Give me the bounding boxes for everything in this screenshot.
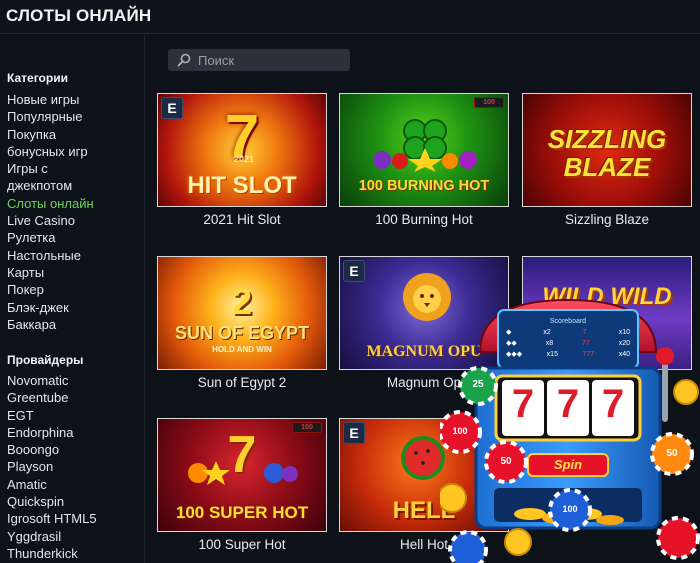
sidebar-provider-item[interactable]: Igrosoft HTML5 [7,510,97,527]
sidebar-provider-item[interactable]: Yggdrasil [7,528,97,545]
categories-list: Новые игры Популярные Покупка бонусных игр И… [7,91,94,333]
sidebar-provider-item[interactable]: EGT [7,407,97,424]
game-thumbnail[interactable]: E 7 2021 HIT SLOT [157,93,327,207]
sidebar-provider-item[interactable]: Quickspin [7,493,97,510]
sidebar-category-item[interactable]: Покер [7,281,94,298]
page-title: СЛОТЫ ОНЛАЙН [6,6,152,25]
paytable-cell: 7 [582,329,587,336]
game-card-super-hot[interactable]: 100 7 100 SUPER HOT 100 Super Hot [157,418,327,552]
game-title[interactable]: 100 Burning Hot [339,212,509,227]
sidebar-provider-item[interactable]: Amatic [7,476,97,493]
sidebar-category-item[interactable]: Популярные [7,108,94,125]
game-card-sun-of-egypt-2[interactable]: 2 SUN OF EGYPT HOLD AND WIN Sun of Egypt… [157,256,327,390]
providers-list: Novomatic Greentube EGT Endorphina Booongo Pl… [7,372,97,562]
game-art-title: SUN OF EGYPT [174,323,309,343]
sidebar-category-item[interactable]: Карты [7,264,94,281]
page-header: СЛОТЫ ОНЛАЙН [0,0,700,34]
reel-3-symbol: 7 [601,382,625,426]
paytable-cell: 777 [582,351,595,358]
game-art-title: 100 BURNING HOT [358,178,490,194]
chip-label: 100 [562,504,578,514]
paytable-row: ◆◆◆ x15 777 x40 [506,349,630,360]
sidebar: Категории Новые игры Популярные Покупка бон… [0,35,145,563]
game-art-title: 100 SUPER HOT [175,503,309,522]
slot-machine-illustration: Scoreboard ◆ x2 7 x10 ◆◆ x8 77 x20 ◆◆◆ x15 777 x40 … [440,282,700,563]
paytable-cell: 77 [582,340,590,347]
game-card-burning-hot[interactable]: 100 100 BURNING HOT 100 Burning Hot [339,93,509,227]
lever-knob [656,347,674,365]
fruits-icon [188,461,298,485]
game-title[interactable]: 2021 Hit Slot [157,212,327,227]
game-art-year: 2021 [233,154,255,164]
sidebar-category-item[interactable]: Слоты онлайн [7,195,94,212]
hot-badge: 100 [474,97,504,108]
sidebar-category-item[interactable]: Настольные [7,247,94,264]
paytable-cell: x15 [546,351,558,358]
sidebar-provider-item[interactable]: Endorphina [7,424,97,441]
game-thumbnail[interactable]: SIZZLING BLAZE [522,93,692,207]
paytable-cell: x10 [618,329,630,336]
game-art-title-2: BLAZE [563,152,651,182]
fruits-icon [373,148,477,172]
game-art-title-1: SIZZLING [547,124,667,154]
sidebar-provider-item[interactable]: Thunderkick [7,545,97,562]
chip [448,530,488,563]
game-title[interactable]: 100 Super Hot [157,537,327,552]
sidebar-category-item[interactable]: джекпотом [7,177,94,194]
chip-label: 50 [500,456,512,467]
paytable: ◆ x2 7 x10 ◆◆ x8 77 x20 ◆◆◆ x15 777 x40 [506,327,630,360]
paytable-cell: x8 [545,340,554,347]
sidebar-category-item[interactable]: Блэк-джек [7,299,94,316]
paytable-cell: x20 [618,340,630,347]
paytable-cell: ◆ [506,329,512,336]
chip-label: 50 [666,448,678,459]
reel-2-symbol: 7 [556,382,580,426]
paytable-row: ◆ x2 7 x10 [506,327,630,338]
search-input[interactable] [198,51,343,69]
provider-badge: E [343,260,365,282]
provider-badge: E [343,422,365,444]
sidebar-provider-item[interactable]: Playson [7,458,97,475]
game-art-subtitle: HOLD AND WIN [212,345,272,354]
sidebar-category-item[interactable]: Live Casino [7,212,94,229]
providers-title: Провайдеры [7,353,84,367]
game-thumbnail[interactable]: 100 100 BURNING HOT [339,93,509,207]
game-thumbnail[interactable]: 2 SUN OF EGYPT HOLD AND WIN [157,256,327,370]
sidebar-category-item[interactable]: бонусных игр [7,143,94,160]
game-title[interactable]: Sizzling Blaze [522,212,692,227]
scoreboard-label: Scoreboard [549,318,587,325]
sidebar-category-item[interactable]: Рулетка [7,229,94,246]
paytable-cell: x40 [618,351,630,358]
sidebar-category-item[interactable]: Покупка [7,126,94,143]
reel-1-symbol: 7 [511,382,535,426]
game-card-sizzling-blaze[interactable]: SIZZLING BLAZE Sizzling Blaze [522,93,692,227]
paytable-cell: ◆◆◆ [506,351,523,358]
sidebar-category-item[interactable]: Баккара [7,316,94,333]
chip-label: 25 [472,379,484,390]
paytable-cell: x2 [543,329,551,336]
paytable-row: ◆◆ x8 77 x20 [506,338,630,349]
sidebar-provider-item[interactable]: Novomatic [7,372,97,389]
paytable-cell: ◆◆ [506,340,517,347]
search-box[interactable] [168,49,350,71]
sidebar-category-item[interactable]: Игры с [7,160,94,177]
game-card-hit-slot[interactable]: E 7 2021 HIT SLOT 2021 Hit Slot [157,93,327,227]
sidebar-category-item[interactable]: Новые игры [7,91,94,108]
game-title[interactable]: Sun of Egypt 2 [157,375,327,390]
sidebar-provider-item[interactable]: Booongo [7,441,97,458]
categories-title: Категории [7,71,68,85]
chip [656,516,700,560]
game-art-title: HIT SLOT [187,172,297,199]
chip-label: 100 [452,426,468,436]
sidebar-provider-item[interactable]: Greentube [7,389,97,406]
spin-label: Spin [553,457,583,472]
game-art-number: 2 [231,281,253,322]
game-thumbnail[interactable]: 100 7 100 SUPER HOT [157,418,327,532]
search-icon [177,53,191,67]
